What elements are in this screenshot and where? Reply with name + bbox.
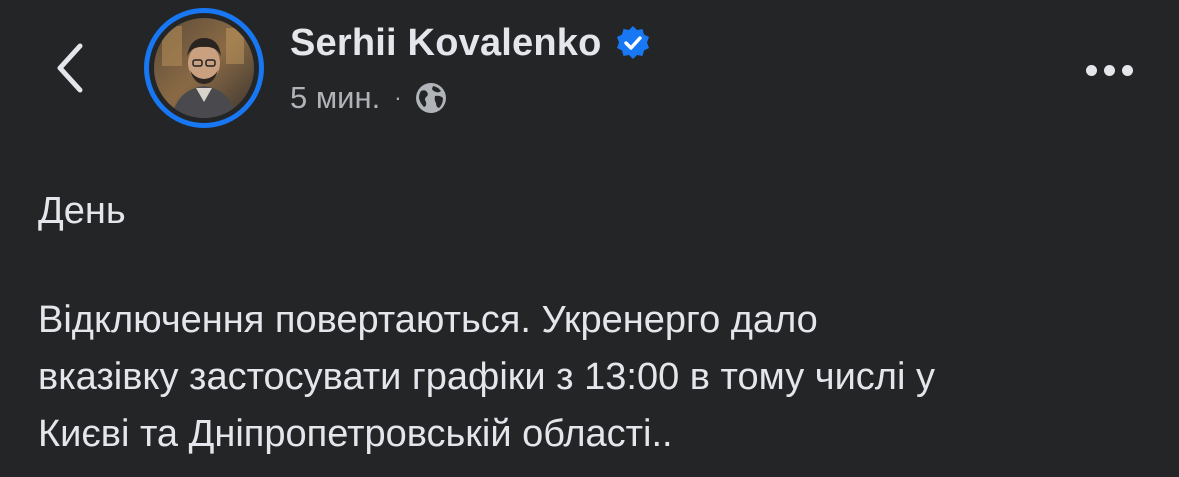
more-options-button[interactable] xyxy=(1074,50,1144,90)
post-paragraph: Відключення повертаються. Укренерго дало… xyxy=(38,299,935,455)
more-horizontal-icon xyxy=(1085,64,1097,76)
author-row: Serhii Kovalenko xyxy=(290,18,652,68)
avatar xyxy=(154,18,254,118)
author-name[interactable]: Serhii Kovalenko xyxy=(290,22,602,65)
avatar-photo xyxy=(154,18,254,118)
post-text: День Відключення повертаються. Укренерго… xyxy=(38,183,1148,463)
author-avatar[interactable] xyxy=(144,8,264,128)
verified-badge-icon xyxy=(614,24,652,62)
post-paragraph: День xyxy=(38,190,126,232)
back-button[interactable] xyxy=(38,36,102,100)
globe-icon[interactable] xyxy=(414,81,448,115)
chevron-left-icon xyxy=(57,43,83,93)
post-timestamp[interactable]: 5 мин. xyxy=(290,80,380,116)
more-horizontal-icon-dot xyxy=(1121,64,1133,76)
meta-separator: · xyxy=(394,85,402,110)
more-horizontal-icon-dot xyxy=(1103,64,1115,76)
post-meta: 5 мин. · xyxy=(290,78,448,118)
